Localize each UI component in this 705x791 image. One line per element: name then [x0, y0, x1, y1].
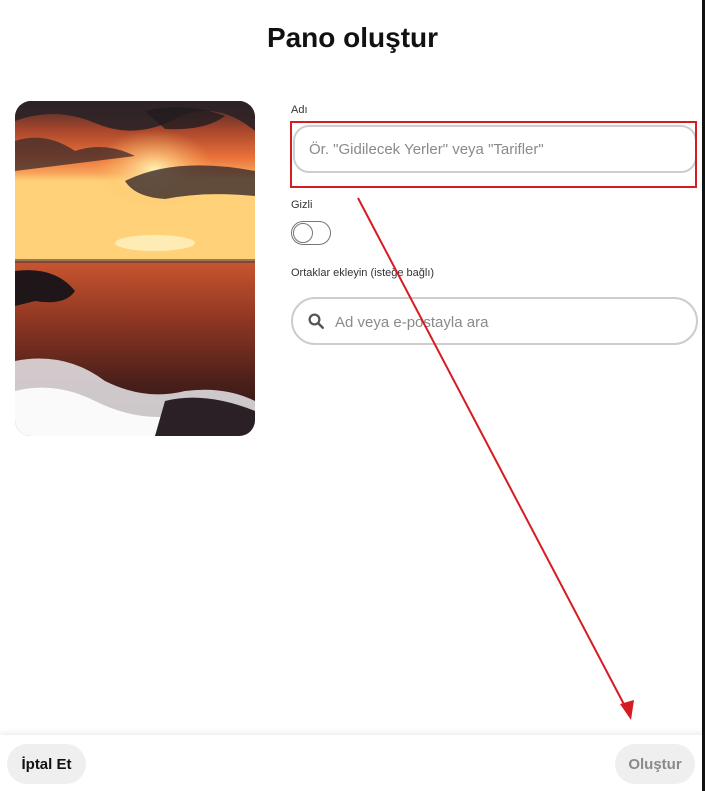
dialog-title: Pano oluştur [266, 22, 439, 53]
dialog-footer: İptal Et Oluştur [0, 735, 705, 791]
collaborators-search-input[interactable] [333, 299, 692, 345]
cancel-button[interactable]: İptal Et [7, 744, 86, 784]
collaborators-field-label: Ortaklar ekleyin (isteğe bağlı) [291, 267, 435, 279]
board-name-input[interactable] [293, 125, 697, 173]
arrow-head-icon [620, 700, 634, 720]
search-icon [308, 313, 324, 329]
name-field-label: Adı [291, 104, 308, 116]
create-board-dialog: Pano oluştur Adı Ör. "Gidilecek Yerler" … [0, 0, 705, 791]
secret-field-label: Gizli [291, 199, 313, 211]
board-cover-image [15, 101, 255, 436]
toggle-knob [293, 223, 313, 243]
secret-toggle[interactable] [291, 221, 331, 245]
create-button[interactable]: Oluştur [615, 744, 695, 784]
collaborators-search-box[interactable] [291, 297, 698, 345]
